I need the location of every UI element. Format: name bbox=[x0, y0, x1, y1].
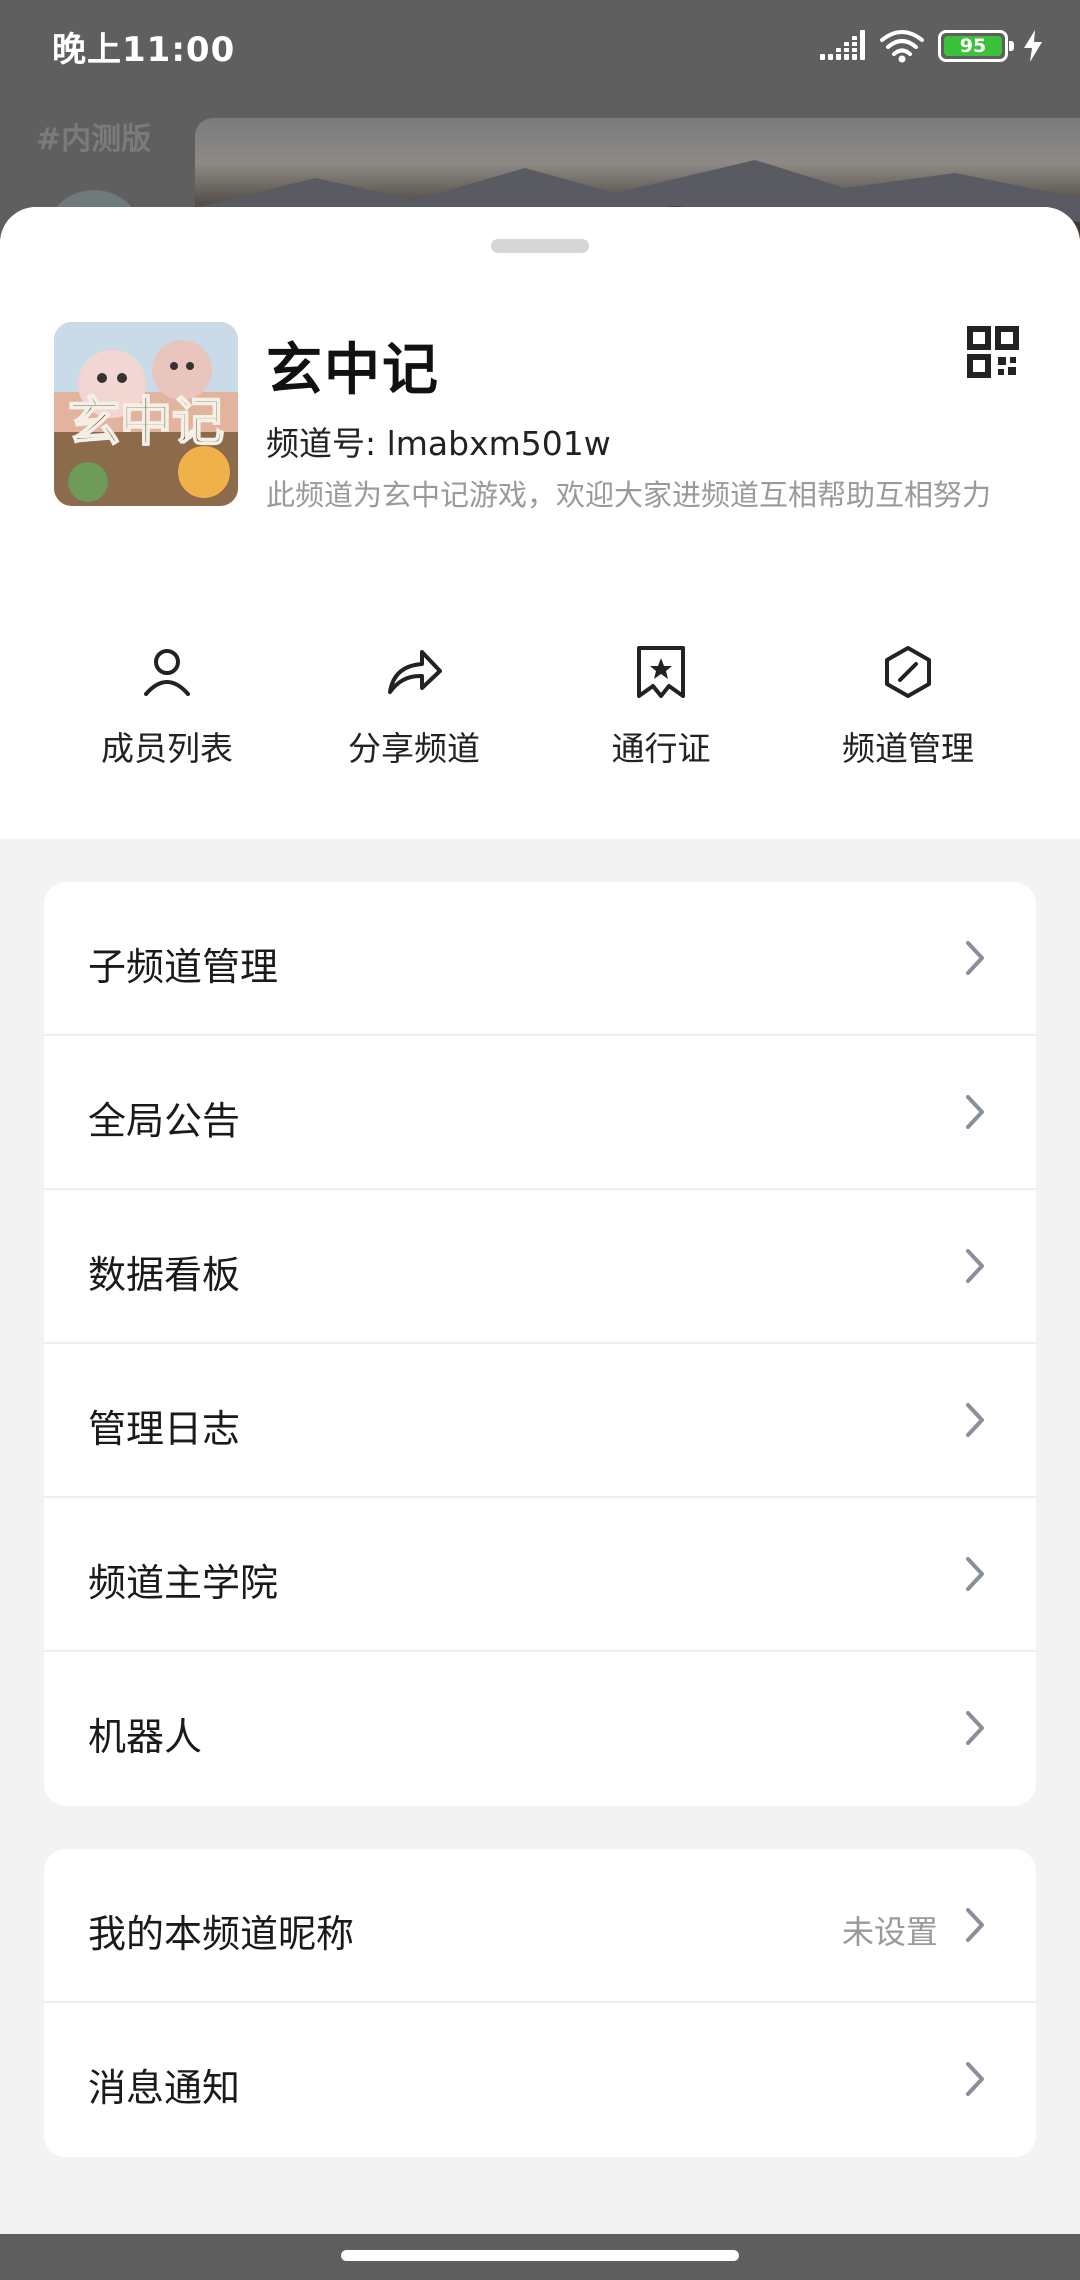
chevron-right-icon bbox=[966, 1403, 984, 1437]
qr-code-icon[interactable] bbox=[967, 326, 1019, 378]
chevron-right-icon bbox=[966, 1557, 984, 1591]
channel-info-sheet: 玄中记 玄中记 频道号: lmabxm501w 此频道为玄中记游戏，欢迎大家进频… bbox=[0, 207, 1080, 2234]
background-page-label: #内测版 bbox=[36, 122, 152, 157]
chevron-right-icon bbox=[966, 1249, 984, 1283]
menu-item-label: 机器人 bbox=[88, 1715, 203, 1759]
menu-item-label: 我的本频道昵称 bbox=[88, 1912, 355, 1956]
menu-item-channel-nickname[interactable]: 我的本频道昵称 未设置 bbox=[44, 1849, 1036, 2003]
action-member-list[interactable]: 成员列表 bbox=[42, 642, 292, 770]
menu-item-owner-academy[interactable]: 频道主学院 bbox=[44, 1498, 1036, 1652]
management-menu: 子频道管理 全局公告 数据看板 管理日志 频道主学院 机器人 bbox=[44, 882, 1036, 1806]
battery-level: 95 bbox=[944, 36, 1002, 56]
chevron-right-icon bbox=[966, 1711, 984, 1745]
menu-item-data-dashboard[interactable]: 数据看板 bbox=[44, 1190, 1036, 1344]
channel-id: 频道号: lmabxm501w bbox=[266, 424, 611, 463]
battery-icon: 95 bbox=[938, 30, 1014, 62]
menu-item-label: 频道主学院 bbox=[88, 1561, 279, 1605]
menu-item-label: 管理日志 bbox=[88, 1407, 241, 1451]
action-pass[interactable]: 通行证 bbox=[536, 642, 786, 770]
menu-item-global-announcement[interactable]: 全局公告 bbox=[44, 1036, 1036, 1190]
action-label: 成员列表 bbox=[101, 729, 233, 768]
chevron-right-icon bbox=[966, 2062, 984, 2096]
chevron-right-icon bbox=[966, 1908, 984, 1942]
channel-name: 玄中记 bbox=[266, 338, 440, 403]
status-time: 晚上11:00 bbox=[52, 30, 236, 70]
action-label: 分享频道 bbox=[348, 729, 480, 768]
chevron-right-icon bbox=[966, 1095, 984, 1129]
hexagon-manage-icon bbox=[885, 646, 931, 698]
channel-description: 此频道为玄中记游戏，欢迎大家进频道互相帮助互相努力 bbox=[266, 478, 992, 512]
action-label: 频道管理 bbox=[842, 729, 974, 768]
ticket-icon bbox=[637, 646, 685, 698]
share-arrow-icon bbox=[388, 650, 442, 694]
status-bar: 晚上11:00 95 bbox=[0, 0, 1080, 90]
channel-avatar[interactable]: 玄中记 bbox=[54, 322, 238, 506]
nickname-value: 未设置 bbox=[841, 1913, 938, 1951]
home-indicator[interactable] bbox=[341, 2250, 739, 2261]
action-channel-manage[interactable]: 频道管理 bbox=[783, 642, 1033, 770]
game-cover-image: 玄中记 bbox=[54, 322, 238, 506]
chevron-right-icon bbox=[966, 941, 984, 975]
menu-item-label: 全局公告 bbox=[88, 1099, 241, 1143]
action-share-channel[interactable]: 分享频道 bbox=[289, 642, 539, 770]
channel-actions: 成员列表 分享频道 通行证 频道管理 bbox=[0, 642, 1080, 782]
menu-item-message-notification[interactable]: 消息通知 bbox=[44, 2003, 1036, 2157]
menu-item-label: 数据看板 bbox=[88, 1253, 241, 1297]
menu-item-label: 消息通知 bbox=[88, 2066, 241, 2110]
action-label: 通行证 bbox=[611, 729, 711, 768]
menu-item-label: 子频道管理 bbox=[88, 945, 279, 989]
status-icons: 95 bbox=[820, 26, 1044, 66]
channel-header: 玄中记 玄中记 频道号: lmabxm501w 此频道为玄中记游戏，欢迎大家进频… bbox=[0, 207, 1080, 839]
menu-item-subchannel-manage[interactable]: 子频道管理 bbox=[44, 882, 1036, 1036]
person-icon bbox=[144, 649, 190, 696]
wifi-icon bbox=[880, 30, 924, 63]
system-nav-bar bbox=[0, 2234, 1080, 2280]
charging-icon bbox=[1024, 30, 1042, 62]
personal-settings-menu: 我的本频道昵称 未设置 消息通知 bbox=[44, 1849, 1036, 2157]
svg-text:玄中记: 玄中记 bbox=[68, 392, 224, 453]
drag-handle[interactable] bbox=[491, 239, 589, 253]
menu-item-robot[interactable]: 机器人 bbox=[44, 1652, 1036, 1806]
menu-item-manage-log[interactable]: 管理日志 bbox=[44, 1344, 1036, 1498]
signal-icon bbox=[820, 30, 865, 60]
